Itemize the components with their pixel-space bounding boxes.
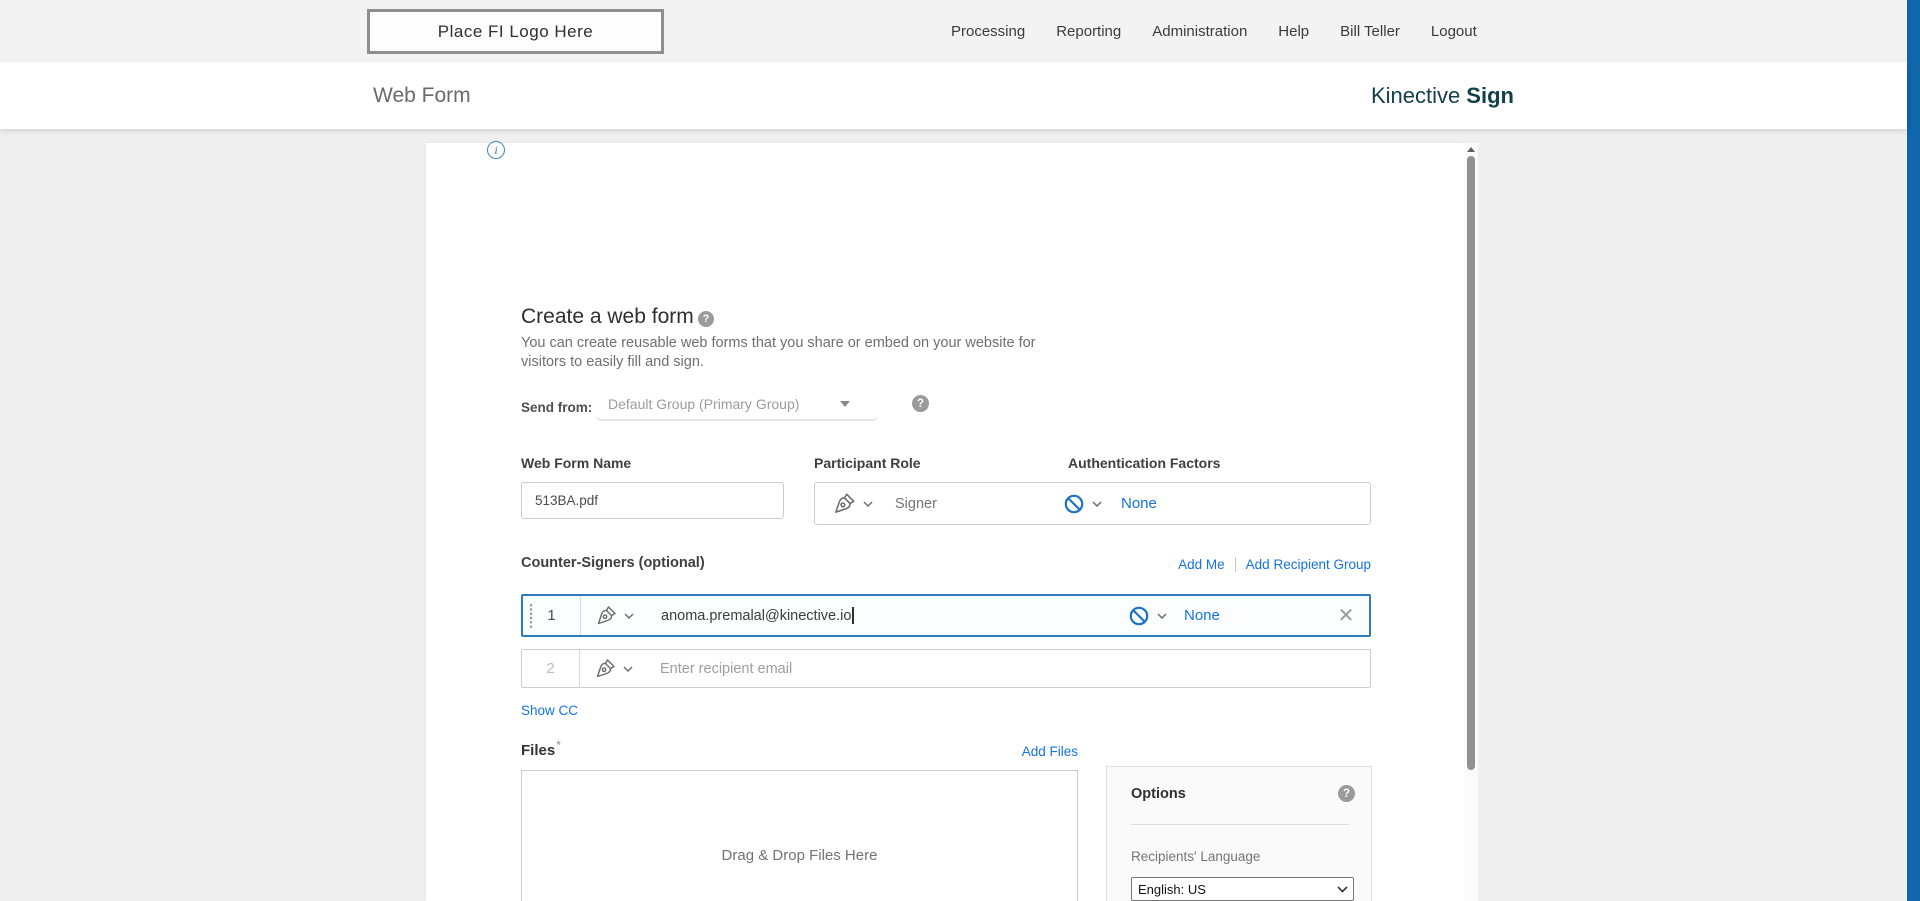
row-divider	[579, 650, 580, 687]
create-web-form-panel: Create a web form ? You can create reusa…	[426, 143, 1464, 901]
recipient-index: 2	[522, 660, 579, 677]
page-header: Web Form i Kinective Sign	[0, 62, 1907, 129]
chevron-down-icon	[1092, 501, 1102, 507]
options-panel: Options ? Recipients' Language English: …	[1106, 766, 1372, 901]
block-none-icon	[1128, 605, 1150, 627]
scrollbar-thumb[interactable]	[1467, 156, 1475, 770]
kinective-sign-logo: Kinective Sign	[1371, 62, 1514, 129]
authentication-factors-value[interactable]: None	[1121, 495, 1157, 512]
recipient-role-dropdown[interactable]	[593, 657, 633, 681]
authentication-factors-label: Authentication Factors	[1068, 455, 1220, 471]
fi-logo-text: Place FI Logo Here	[438, 22, 593, 42]
recipient-auth-value[interactable]: None	[1184, 607, 1220, 624]
web-form-name-label: Web Form Name	[521, 455, 631, 471]
recipient-row-2: 2	[521, 649, 1371, 688]
send-from-value: Default Group (Primary Group)	[608, 396, 840, 412]
nav-item-user-bill-teller[interactable]: Bill Teller	[1340, 23, 1400, 40]
recipient-email-field[interactable]: anoma.premalal@kinective.io	[661, 607, 854, 624]
dropzone-text: Drag & Drop Files Here	[722, 847, 878, 864]
web-form-name-input[interactable]	[521, 482, 784, 519]
nav-item-reporting[interactable]: Reporting	[1056, 23, 1121, 40]
desktop-edge-strip	[1907, 0, 1920, 901]
recipient-auth-dropdown[interactable]: None	[1128, 596, 1220, 635]
pen-nib-icon	[594, 604, 618, 628]
nav-item-processing[interactable]: Processing	[951, 23, 1025, 40]
block-none-icon	[1063, 493, 1085, 515]
required-asterisk: *	[556, 738, 561, 752]
form-title-help-icon[interactable]: ?	[698, 311, 714, 327]
recipient-role-dropdown[interactable]	[594, 604, 634, 628]
fi-logo-placeholder: Place FI Logo Here	[367, 9, 664, 54]
add-me-link[interactable]: Add Me	[1178, 557, 1225, 572]
options-divider	[1131, 824, 1349, 825]
add-files-link[interactable]: Add Files	[1022, 744, 1078, 759]
brand-suffix: Sign	[1466, 83, 1514, 109]
participant-role-dropdown[interactable]	[831, 483, 873, 524]
chevron-down-icon	[623, 666, 633, 672]
pen-nib-icon	[831, 491, 857, 517]
scrollbar-up-arrow[interactable]	[1467, 147, 1475, 152]
participant-role-box: Signer None	[814, 482, 1371, 525]
participant-role-label: Participant Role	[814, 455, 921, 471]
chevron-down-icon	[840, 401, 850, 407]
recipients-language-value: English: US	[1138, 882, 1337, 897]
drag-handle-icon[interactable]	[529, 603, 533, 629]
files-label: Files*	[521, 738, 561, 759]
chevron-down-icon	[863, 501, 873, 507]
pen-nib-icon	[593, 657, 617, 681]
chevron-down-icon	[624, 613, 634, 619]
chevron-down-icon	[1337, 886, 1348, 893]
chevron-down-icon	[1157, 613, 1167, 619]
file-dropzone[interactable]: Drag & Drop Files Here	[521, 770, 1078, 901]
options-help-icon[interactable]: ?	[1338, 785, 1355, 802]
send-from-help-icon[interactable]: ?	[912, 395, 929, 412]
main-nav: Processing Reporting Administration Help…	[951, 0, 1477, 62]
send-from-select[interactable]: Default Group (Primary Group)	[596, 389, 878, 421]
recipient-email-input[interactable]	[660, 661, 1370, 677]
remove-recipient-button[interactable]: ✕	[1331, 596, 1361, 635]
add-recipient-group-link[interactable]: Add Recipient Group	[1246, 557, 1371, 572]
links-divider	[1235, 557, 1236, 572]
info-icon[interactable]: i	[487, 141, 505, 159]
top-bar: Place FI Logo Here Processing Reporting …	[0, 0, 1907, 62]
send-from-label: Send from:	[521, 400, 592, 415]
recipients-language-select[interactable]: English: US	[1131, 877, 1354, 901]
page-title: Web Form	[373, 62, 471, 129]
row-divider	[580, 596, 581, 635]
screen: Place FI Logo Here Processing Reporting …	[0, 0, 1920, 901]
form-title: Create a web form	[521, 305, 694, 329]
text-cursor	[852, 607, 854, 624]
recipient-email-text: anoma.premalal@kinective.io	[661, 608, 851, 624]
files-label-text: Files	[521, 742, 555, 759]
recipient-row-1: 1 anoma.premalal@kinective	[521, 594, 1371, 637]
participant-role-value: Signer	[895, 483, 937, 524]
nav-item-help[interactable]: Help	[1278, 23, 1309, 40]
files-header-row: Files* Add Files	[521, 738, 1078, 759]
counter-signers-links: Add Me Add Recipient Group	[521, 557, 1371, 572]
brand-name: Kinective	[1371, 83, 1460, 109]
show-cc-link[interactable]: Show CC	[521, 703, 578, 718]
nav-item-administration[interactable]: Administration	[1152, 23, 1247, 40]
form-description: You can create reusable web forms that y…	[521, 334, 1053, 372]
nav-item-logout[interactable]: Logout	[1431, 23, 1477, 40]
options-title: Options	[1131, 786, 1186, 802]
recipients-language-label: Recipients' Language	[1131, 849, 1260, 864]
authentication-factors-dropdown[interactable]: None	[1063, 483, 1157, 524]
